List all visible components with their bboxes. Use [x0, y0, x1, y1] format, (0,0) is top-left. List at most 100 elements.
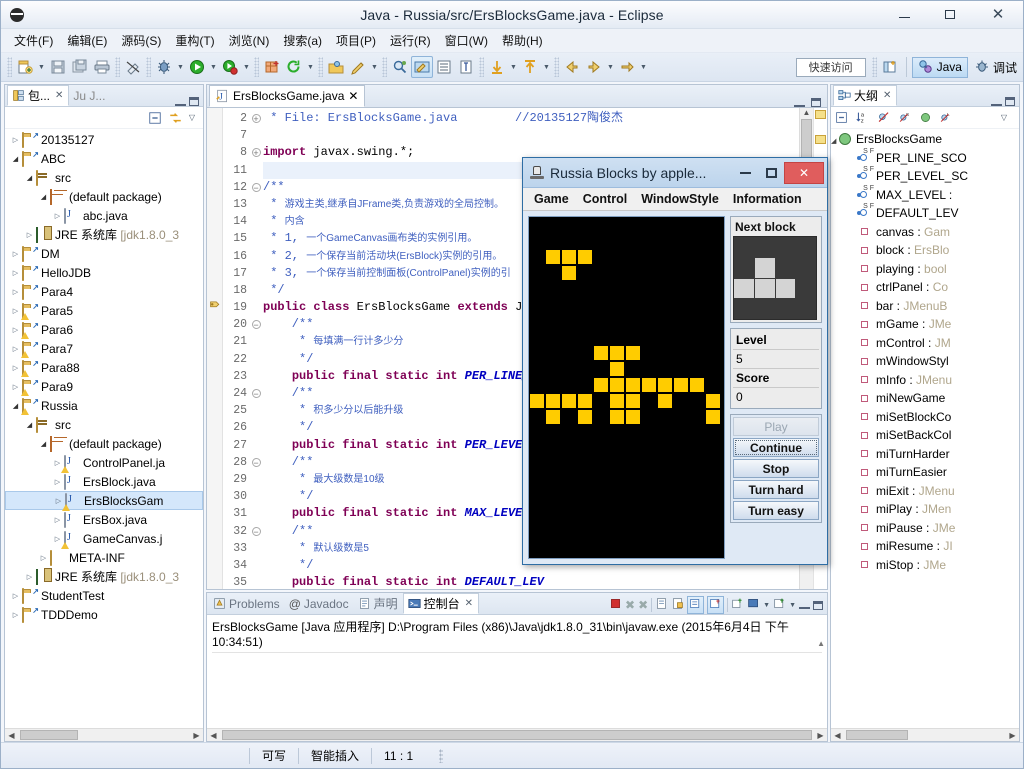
scroll-lock-icon[interactable]: [687, 596, 705, 614]
collapse-all-icon[interactable]: [148, 111, 162, 125]
scroll-up-icon[interactable]: ▲: [803, 108, 811, 117]
fold-toggle[interactable]: [249, 299, 263, 316]
tree-item-jre-[interactable]: ▷ JRE 系统库 [jdk1.8.0_3: [5, 225, 203, 244]
scroll-right-icon[interactable]: ▶: [814, 731, 827, 740]
outline-item-default-lev[interactable]: S F DEFAULT_LEV: [831, 203, 1019, 223]
tree-twisty[interactable]: ◢: [23, 174, 36, 182]
console-tab-javadoc[interactable]: @ Javadoc: [285, 593, 354, 614]
tree-twisty[interactable]: ▷: [9, 592, 22, 600]
scroll-right-icon[interactable]: ▶: [190, 731, 203, 740]
annotation-marker[interactable]: [815, 110, 826, 119]
link-with-editor-icon[interactable]: [168, 111, 183, 125]
fold-toggle[interactable]: +: [249, 144, 263, 161]
view-menu-icon[interactable]: ▽: [189, 113, 195, 122]
tree-twisty[interactable]: ▷: [23, 231, 36, 239]
tree-item-20135127[interactable]: ▷ ↗ 20135127: [5, 130, 203, 149]
hide-static-icon[interactable]: S: [898, 111, 912, 124]
open-task-icon[interactable]: [433, 56, 455, 78]
tree-item-para9[interactable]: ▷ ↗ Para9: [5, 377, 203, 396]
forward-icon[interactable]: [583, 56, 605, 78]
play-button[interactable]: Play: [733, 417, 819, 436]
tree-twisty[interactable]: ▷: [51, 478, 64, 486]
code-line[interactable]: [263, 127, 799, 144]
tree-item-meta-inf[interactable]: ▷ META-INF: [5, 548, 203, 567]
hscroll-thumb[interactable]: [222, 730, 812, 740]
outline-item-minfo-[interactable]: mInfo : JMenu: [831, 371, 1019, 390]
breadcrumb-dropdown-icon[interactable]: ▼: [369, 56, 380, 78]
tree-item-ersblocksgam[interactable]: ▷ErsBlocksGam: [5, 491, 203, 511]
tree-twisty[interactable]: ▷: [9, 288, 22, 296]
outline-hscrollbar[interactable]: ◀ ▶: [831, 728, 1019, 741]
refresh-icon[interactable]: [283, 56, 305, 78]
tree-twisty[interactable]: ▷: [51, 212, 64, 220]
refresh-dropdown-icon[interactable]: ▼: [305, 56, 316, 78]
tree-item-ersbox-java[interactable]: ▷ ErsBox.java: [5, 510, 203, 529]
package-explorer-hscrollbar[interactable]: ◀ ▶: [5, 728, 203, 741]
tree-twisty[interactable]: ▷: [51, 516, 64, 524]
outline-item-canvas-[interactable]: canvas : Gam: [831, 223, 1019, 242]
previous-annotation-dropdown-icon[interactable]: ▼: [541, 56, 552, 78]
menu-source[interactable]: 源码(S): [114, 30, 168, 51]
tree-item-abc[interactable]: ◢ ↗ ABC: [5, 149, 203, 168]
outline-tree[interactable]: ◢ ErsBlocksGame S F PER_LINE_SCO S F PER_LEVE…: [831, 129, 1019, 728]
chevron-down-icon[interactable]: ▼: [763, 602, 770, 609]
fold-toggle[interactable]: [249, 437, 263, 454]
tetris-maximize-button[interactable]: [758, 162, 784, 184]
tab-package-explorer[interactable]: 包... ✕: [7, 85, 70, 106]
next-annotation-dropdown-icon[interactable]: ▼: [508, 56, 519, 78]
tree-item-para6[interactable]: ▷ ↗ Para6: [5, 320, 203, 339]
run-dropdown-icon[interactable]: ▼: [208, 56, 219, 78]
debug-icon[interactable]: [153, 56, 175, 78]
hscroll-thumb[interactable]: [20, 730, 78, 740]
tree-item-hellojdb[interactable]: ▷ ↗ HelloJDB: [5, 263, 203, 282]
open-type-icon[interactable]: [325, 56, 347, 78]
tab-outline[interactable]: 大纲 ✕: [833, 85, 898, 106]
tree-twisty[interactable]: ▷: [9, 269, 22, 277]
close-icon[interactable]: ✕: [883, 90, 891, 101]
tree-twisty[interactable]: ◢: [37, 440, 50, 448]
tree-twisty[interactable]: ▷: [9, 250, 22, 258]
scroll-up-icon[interactable]: ▲: [817, 639, 825, 648]
remove-launch-icon[interactable]: ✖: [625, 598, 635, 612]
menu-edit[interactable]: 编辑(E): [60, 30, 114, 51]
tree-twisty[interactable]: ◢: [9, 155, 22, 163]
open-console-icon[interactable]: [773, 597, 786, 613]
hide-nonpublic-icon[interactable]: [919, 111, 932, 124]
chevron-down-icon[interactable]: ▼: [789, 602, 796, 609]
turn-easy-button[interactable]: Turn easy: [733, 501, 819, 520]
search-icon[interactable]: [389, 56, 411, 78]
perspective-debug-button[interactable]: 调试: [968, 57, 1023, 78]
outline-item-bar-[interactable]: bar : JMenuB: [831, 297, 1019, 316]
tetris-close-button[interactable]: ✕: [784, 161, 824, 184]
fold-toggle[interactable]: [249, 471, 263, 488]
outline-item-miexit-[interactable]: miExit : JMenu: [831, 482, 1019, 501]
tetris-minimize-button[interactable]: [732, 162, 758, 184]
fold-toggle[interactable]: [249, 282, 263, 299]
new-wizard-icon[interactable]: [14, 56, 36, 78]
fold-toggle[interactable]: [249, 574, 263, 589]
turn-hard-button[interactable]: Turn hard: [733, 480, 819, 499]
tree-item-para7[interactable]: ▷ ↗ Para7: [5, 339, 203, 358]
hide-local-icon[interactable]: L: [939, 111, 953, 124]
fold-toggle[interactable]: [249, 265, 263, 282]
save-all-icon[interactable]: [69, 56, 91, 78]
outline-item-max-level-[interactable]: S F MAX_LEVEL :: [831, 185, 1019, 205]
console-tab--[interactable]: 控制台 ✕: [402, 593, 479, 614]
editor-marker-bar[interactable]: [207, 108, 223, 589]
new-wizard-dropdown-icon[interactable]: ▼: [36, 56, 47, 78]
fold-toggle[interactable]: +: [249, 110, 263, 127]
outline-item-mipause-[interactable]: miPause : JMe: [831, 519, 1019, 538]
tree-item-gamecanvas-j[interactable]: ▷GameCanvas.j: [5, 529, 203, 549]
tree-twisty[interactable]: ◢: [23, 421, 36, 429]
minimize-editor-icon[interactable]: [794, 99, 805, 107]
outline-item-mgame-[interactable]: mGame : JMe: [831, 315, 1019, 334]
back-icon[interactable]: [561, 56, 583, 78]
save-icon[interactable]: [47, 56, 69, 78]
menu-search[interactable]: 搜索(a): [276, 30, 329, 51]
java-editor-icon[interactable]: [411, 56, 433, 78]
outline-item-miturnharder[interactable]: miTurnHarder: [831, 445, 1019, 464]
close-icon[interactable]: ✕: [465, 598, 473, 609]
tab-ersblocksgame-java[interactable]: J ErsBlocksGame.java ✕: [209, 85, 366, 107]
fold-toggle[interactable]: −: [249, 385, 263, 402]
tree-item-tdddemo[interactable]: ▷ ↗ TDDDemo: [5, 605, 203, 624]
